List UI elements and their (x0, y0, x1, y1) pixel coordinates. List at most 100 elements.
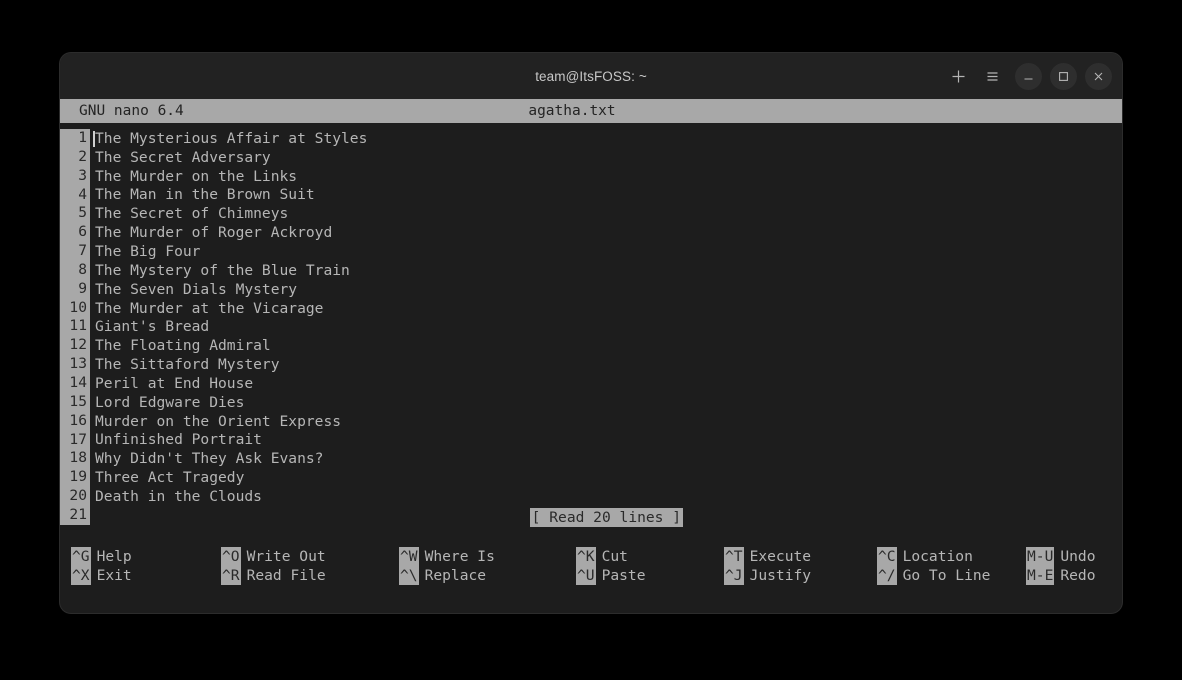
shortcut-key: ^J (724, 566, 744, 585)
code-line[interactable]: 11 Giant's Bread (60, 317, 1122, 337)
line-content[interactable]: The Mysterious Affair at Styles (90, 130, 367, 147)
line-number: 19 (60, 468, 90, 488)
line-content[interactable]: The Big Four (90, 243, 200, 260)
shortcut-where-is[interactable]: ^W Where Is (399, 547, 495, 566)
code-line[interactable]: 7 The Big Four (60, 242, 1122, 261)
window-title: team@ItsFOSS: ~ (535, 68, 647, 84)
nano-header-bar: GNU nano 6.4 agatha.txt (60, 99, 1122, 123)
code-line[interactable]: 4 The Man in the Brown Suit (60, 185, 1122, 205)
code-line[interactable]: 12 The Floating Admiral (60, 336, 1122, 356)
shortcut-label: Paste (601, 567, 646, 584)
shortcut-key: M-E (1026, 566, 1055, 585)
shortcut-location[interactable]: ^C Location (877, 547, 973, 566)
shortcut-key: ^W (399, 547, 419, 566)
line-content[interactable]: The Murder on the Links (90, 168, 297, 185)
line-number: 8 (60, 260, 90, 280)
line-content[interactable]: The Secret of Chimneys (90, 205, 288, 222)
shortcut-key: ^X (71, 566, 91, 585)
shortcut-label: Replace (424, 567, 487, 584)
line-number: 18 (60, 449, 90, 469)
line-number: 11 (60, 317, 90, 337)
terminal-window: team@ItsFOSS: ~ GNU nano 6.4 agatha.txt … (60, 53, 1122, 613)
shortcut-key: ^C (877, 547, 897, 566)
shortcut-label: Go To Line (902, 567, 991, 584)
code-line[interactable]: 2 The Secret Adversary (60, 147, 1122, 167)
line-number: 1 (60, 129, 90, 148)
shortcut-write-out[interactable]: ^O Write Out (221, 547, 326, 566)
status-message-text: [ Read 20 lines ] (529, 508, 684, 527)
line-content[interactable]: The Sittaford Mystery (90, 356, 280, 373)
hamburger-icon (987, 71, 997, 81)
shortcut-key: ^\ (399, 566, 419, 585)
shortcut-go-to-line[interactable]: ^/ Go To Line (877, 566, 990, 585)
shortcut-key: ^R (221, 566, 241, 585)
shortcut-label: Location (902, 548, 973, 565)
shortcut-key: ^U (576, 566, 596, 585)
shortcut-paste[interactable]: ^U Paste (576, 566, 646, 585)
line-number: 2 (60, 147, 90, 167)
shortcut-bar: ^G Help ^O Write Out ^W Where Is ^K Cut ^T Execut… (60, 543, 1122, 597)
code-line[interactable]: 5 The Secret of Chimneys (60, 204, 1122, 224)
shortcut-undo[interactable]: M-U Undo (1026, 547, 1096, 566)
code-line[interactable]: 17 Unfinished Portrait (60, 430, 1122, 450)
shortcut-exit[interactable]: ^X Exit (71, 566, 132, 585)
line-number: 13 (60, 355, 90, 374)
line-content[interactable]: The Murder of Roger Ackroyd (90, 224, 332, 241)
line-content[interactable]: Peril at End House (90, 375, 253, 392)
menu-button[interactable] (977, 61, 1007, 91)
shortcut-key: ^O (221, 547, 241, 566)
shortcut-read-file[interactable]: ^R Read File (221, 566, 326, 585)
shortcut-help[interactable]: ^G Help (71, 547, 132, 566)
shortcut-label: Help (96, 548, 132, 565)
line-number: 7 (60, 242, 90, 261)
code-line[interactable]: 13 The Sittaford Mystery (60, 355, 1122, 374)
code-line[interactable]: 16 Murder on the Orient Express (60, 411, 1122, 431)
shortcut-redo[interactable]: M-E Redo (1026, 566, 1096, 585)
line-content[interactable]: Three Act Tragedy (90, 469, 244, 486)
code-line-list: 1 The Mysterious Affair at Styles 2 The Sec… (60, 129, 1122, 525)
line-number: 4 (60, 185, 90, 205)
shortcut-label: Where Is (424, 548, 495, 565)
shortcut-key: ^K (576, 547, 596, 566)
line-content[interactable]: Unfinished Portrait (90, 431, 262, 448)
shortcut-label: Read File (246, 567, 326, 584)
shortcut-key: ^/ (877, 566, 897, 585)
code-line[interactable]: 3 The Murder on the Links (60, 166, 1122, 186)
code-line[interactable]: 19 Three Act Tragedy (60, 468, 1122, 488)
code-line[interactable]: 15 Lord Edgware Dies (60, 392, 1122, 412)
minimize-icon (1024, 77, 1033, 80)
text-cursor (93, 130, 95, 147)
shortcut-label: Undo (1060, 548, 1096, 565)
code-line[interactable]: 14 Peril at End House (60, 373, 1122, 393)
shortcut-label: Redo (1060, 567, 1096, 584)
code-line[interactable]: 10 The Murder at the Vicarage (60, 298, 1122, 318)
line-content[interactable]: Why Didn't They Ask Evans? (90, 450, 323, 467)
line-content[interactable]: Lord Edgware Dies (90, 394, 244, 411)
minimize-button[interactable] (1015, 62, 1042, 90)
code-line[interactable]: 8 The Mystery of the Blue Train (60, 260, 1122, 280)
code-line[interactable]: 1 The Mysterious Affair at Styles (60, 129, 1122, 148)
shortcut-label: Justify (749, 567, 812, 584)
shortcut-replace[interactable]: ^\ Replace (399, 566, 486, 585)
maximize-button[interactable] (1050, 62, 1077, 90)
line-number: 14 (60, 373, 90, 393)
line-content[interactable]: The Mystery of the Blue Train (90, 262, 350, 279)
code-line[interactable]: 18 Why Didn't They Ask Evans? (60, 449, 1122, 469)
line-content[interactable]: The Man in the Brown Suit (90, 186, 315, 203)
line-content[interactable]: Giant's Bread (90, 318, 209, 335)
code-line[interactable]: 9 The Seven Dials Mystery (60, 279, 1122, 299)
editor-area[interactable]: 1 The Mysterious Affair at Styles 2 The Sec… (60, 123, 1122, 543)
shortcut-execute[interactable]: ^T Execute (724, 547, 811, 566)
shortcut-justify[interactable]: ^J Justify (724, 566, 811, 585)
line-content[interactable]: The Seven Dials Mystery (90, 281, 297, 298)
shortcut-cut[interactable]: ^K Cut (576, 547, 628, 566)
close-button[interactable] (1085, 62, 1112, 90)
line-content[interactable]: The Secret Adversary (90, 149, 271, 166)
line-content[interactable]: The Floating Admiral (90, 337, 271, 354)
maximize-icon (1059, 71, 1068, 81)
line-content[interactable]: Murder on the Orient Express (90, 413, 341, 430)
line-content[interactable]: The Murder at the Vicarage (90, 300, 323, 317)
window-controls (943, 53, 1112, 99)
new-tab-button[interactable] (943, 61, 973, 91)
code-line[interactable]: 6 The Murder of Roger Ackroyd (60, 223, 1122, 243)
